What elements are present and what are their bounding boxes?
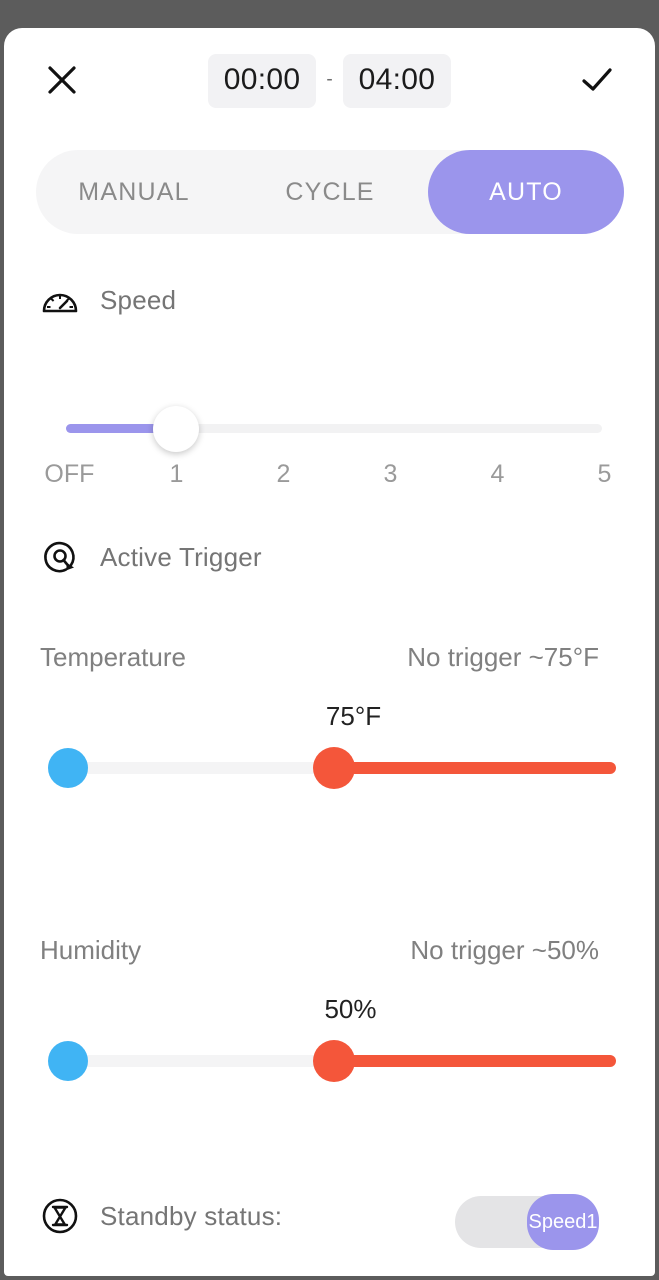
temperature-min-thumb[interactable] [48,748,88,788]
speed-tick-2: 2 [276,460,291,488]
temperature-range-slider[interactable] [48,747,616,789]
time-range-separator: - [326,68,333,90]
speed-slider[interactable] [66,406,602,452]
standby-section-header: Standby status: [40,1196,282,1236]
temperature-status: No trigger ~75°F [407,642,599,672]
speed-tick-off: OFF [44,460,95,488]
confirm-button[interactable] [565,48,629,112]
humidity-slider-fill [334,1055,616,1067]
temperature-max-thumb[interactable] [313,747,355,789]
humidity-min-thumb[interactable] [48,1041,88,1081]
tab-auto[interactable]: AUTO [428,150,624,234]
humidity-label: Humidity [40,935,142,965]
temperature-slider-fill [334,762,616,774]
start-time-chip[interactable]: 00:00 [207,54,317,108]
standby-label: Standby status: [100,1200,283,1231]
modal-backdrop: 00:00 - 04:00 MANUAL CYCLE AUTO Speed OF… [0,0,659,1280]
standby-toggle-knob[interactable]: Speed1 [527,1194,599,1250]
speed-label: Speed [100,284,177,315]
temperature-value-label: 75°F [325,701,382,731]
humidity-status: No trigger ~50% [410,935,599,965]
speedometer-icon [42,293,78,313]
tab-cycle[interactable]: CYCLE [232,150,428,234]
active-trigger-label: Active Trigger [100,541,262,572]
humidity-range-slider[interactable] [48,1040,616,1082]
sheet-header: 00:00 - 04:00 [4,28,655,132]
active-trigger-section-header: Active Trigger [40,537,262,577]
temperature-label: Temperature [40,642,186,672]
end-time-chip[interactable]: 04:00 [342,54,452,108]
time-range-picker: 00:00 - 04:00 [4,54,655,108]
settings-sheet: 00:00 - 04:00 MANUAL CYCLE AUTO Speed OF… [4,28,655,1276]
speed-tick-4: 4 [490,460,505,488]
speed-tick-5: 5 [597,460,612,488]
humidity-max-thumb[interactable] [313,1040,355,1082]
speed-tick-3: 3 [383,460,398,488]
hourglass-circle-icon [42,1198,78,1234]
standby-toggle[interactable]: Speed1 [455,1194,599,1250]
standby-status-row: Standby status: Speed1 [4,1194,655,1268]
target-refresh-icon [44,541,75,573]
speed-tick-1: 1 [169,460,184,488]
speed-tick-labels: OFF 1 2 3 4 5 [40,460,628,496]
humidity-value-label: 50% [324,994,377,1024]
speed-section-header: Speed [40,280,176,320]
speed-slider-thumb[interactable] [152,406,199,452]
tab-manual[interactable]: MANUAL [36,150,232,234]
check-icon [582,68,612,91]
mode-segmented-control: MANUAL CYCLE AUTO [36,150,624,234]
